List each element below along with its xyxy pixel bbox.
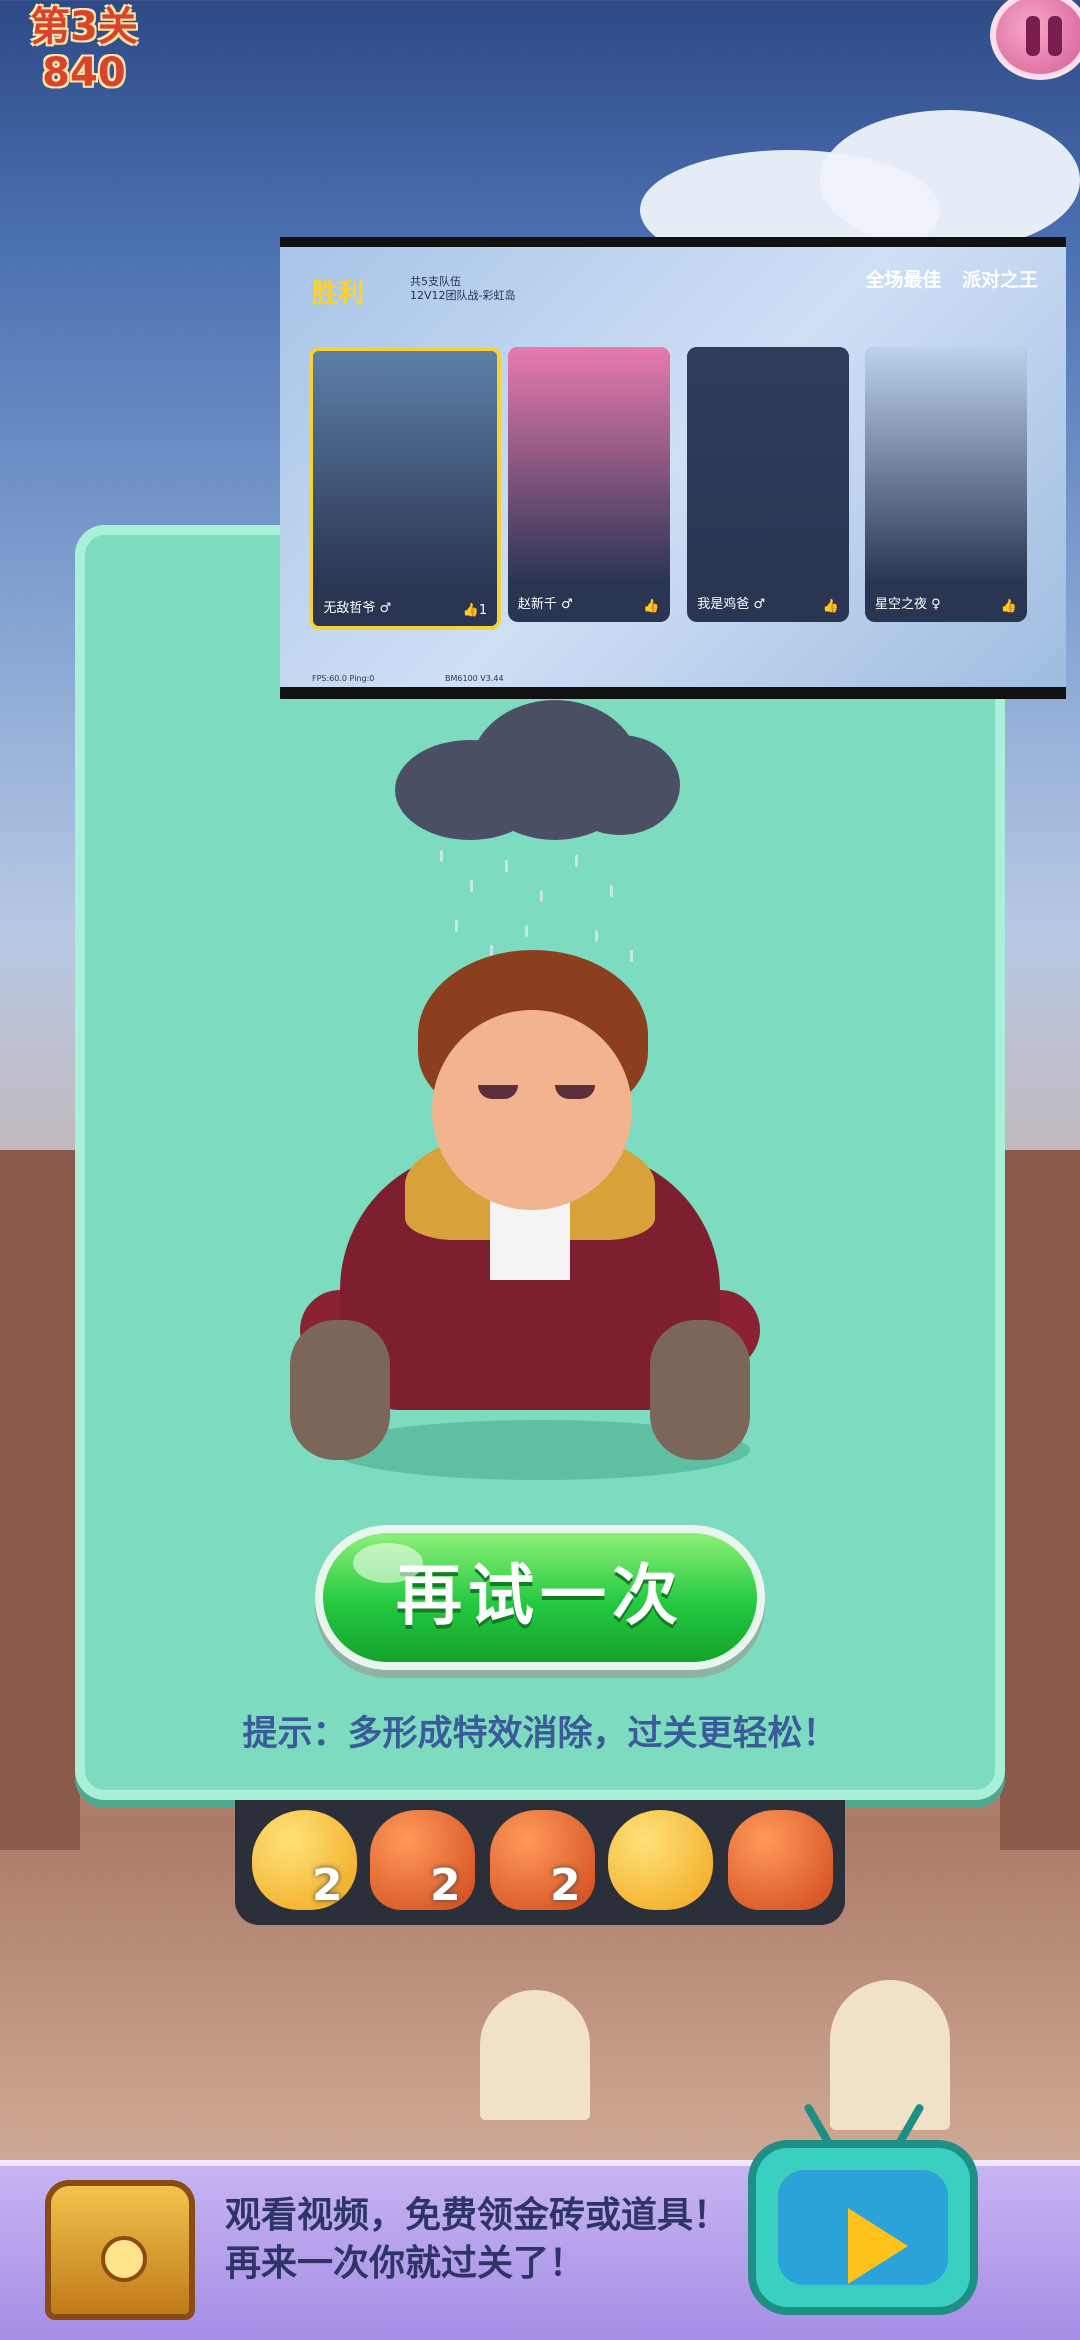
level-indicator: 第3关 840	[30, 4, 138, 96]
thumbs-up-icon[interactable]: 👍	[1001, 599, 1017, 614]
treasure-chest-icon	[45, 2180, 195, 2320]
mode-name: 12V12团队战-彩虹岛	[410, 289, 516, 302]
score-value: 840	[42, 50, 126, 96]
pause-icon	[1026, 16, 1040, 56]
rain-drop	[575, 855, 578, 867]
award-mvp: 全场最佳	[865, 269, 942, 291]
player-card[interactable]: 星空之夜 ♀ 👍	[865, 347, 1027, 622]
player-portrait	[313, 351, 498, 586]
tv-screen	[778, 2170, 948, 2285]
rain-drop	[525, 925, 528, 937]
team-count: 共5支队伍	[410, 275, 461, 288]
window	[480, 1990, 590, 2120]
player-card[interactable]: 我是鸡爸 ♂ 👍	[687, 347, 849, 622]
character-face	[432, 1010, 632, 1210]
rain-drop	[595, 930, 598, 942]
window	[830, 1980, 950, 2130]
player-portrait	[507, 347, 670, 582]
rain-drop	[470, 880, 473, 892]
award-titles: 全场最佳 派对之王	[851, 265, 1038, 292]
rain-drop	[440, 850, 443, 862]
retry-label: 再试一次	[396, 1557, 684, 1634]
banner-line1: 观看视频，免费领金砖或道具！	[225, 2195, 730, 2236]
house-left	[0, 1150, 80, 1850]
character-shoe	[290, 1320, 390, 1460]
player-name: 星空之夜 ♀	[875, 597, 941, 612]
candy-count: 2	[550, 1860, 581, 1911]
play-icon	[848, 2208, 908, 2284]
retry-button[interactable]: 再试一次	[315, 1525, 765, 1670]
jelly-candy-icon	[728, 1810, 833, 1910]
rain-cloud-icon	[560, 735, 680, 835]
player-portrait	[687, 347, 849, 582]
heart-candy-icon	[608, 1810, 713, 1910]
rain-drop	[455, 920, 458, 932]
chest-lock	[101, 2236, 147, 2282]
victory-title: 胜利	[312, 279, 365, 309]
button-gloss	[353, 1543, 423, 1583]
candy-count: 2	[430, 1860, 461, 1911]
rain-drop	[610, 885, 613, 897]
player-card[interactable]: 无敌哲爷 ♂ 👍1	[309, 347, 502, 630]
thumbs-up-icon[interactable]: 👍	[643, 599, 659, 614]
house-right	[1000, 1150, 1080, 1850]
pause-button[interactable]	[990, 0, 1080, 80]
video-overlay[interactable]: 胜利 共5支队伍 12V12团队战-彩虹岛 全场最佳 派对之王 无敌哲爷 ♂ 👍1…	[280, 237, 1066, 699]
rain-drop	[505, 860, 508, 872]
player-portrait	[865, 347, 1027, 582]
banner-text: 观看视频，免费领金砖或道具！ 再来一次你就过关了！	[225, 2192, 729, 2288]
level-label: 第3关	[30, 4, 138, 50]
fps-readout: FPS:60.0 Ping:0	[312, 674, 375, 683]
hint-text: 提示：多形成特效消除，过关更轻松！	[242, 1714, 838, 1754]
match-info: 共5支队伍 12V12团队战-彩虹岛	[410, 275, 516, 303]
rain-drop	[630, 950, 633, 962]
player-card[interactable]: 赵新千 ♂ 👍	[507, 347, 670, 622]
banner-line2: 再来一次你就过关了！	[225, 2243, 586, 2284]
player-name: 我是鸡爸 ♂	[697, 597, 765, 612]
player-name: 无敌哲爷 ♂	[323, 601, 392, 616]
cloud	[820, 110, 1080, 250]
version-readout: BM6100 V3.44	[445, 674, 504, 683]
thumbs-up-icon[interactable]: 👍1	[463, 603, 487, 618]
player-name: 赵新千 ♂	[517, 597, 573, 612]
character-shoe	[650, 1320, 750, 1460]
watch-video-button[interactable]	[748, 2140, 978, 2315]
video-frame: 胜利 共5支队伍 12V12团队战-彩虹岛 全场最佳 派对之王 无敌哲爷 ♂ 👍1…	[280, 247, 1066, 687]
rain-drop	[540, 890, 543, 902]
pause-icon	[1048, 16, 1062, 56]
candy-count: 2	[312, 1860, 343, 1911]
thumbs-up-icon[interactable]: 👍	[823, 599, 839, 614]
award-king: 派对之王	[961, 269, 1038, 291]
